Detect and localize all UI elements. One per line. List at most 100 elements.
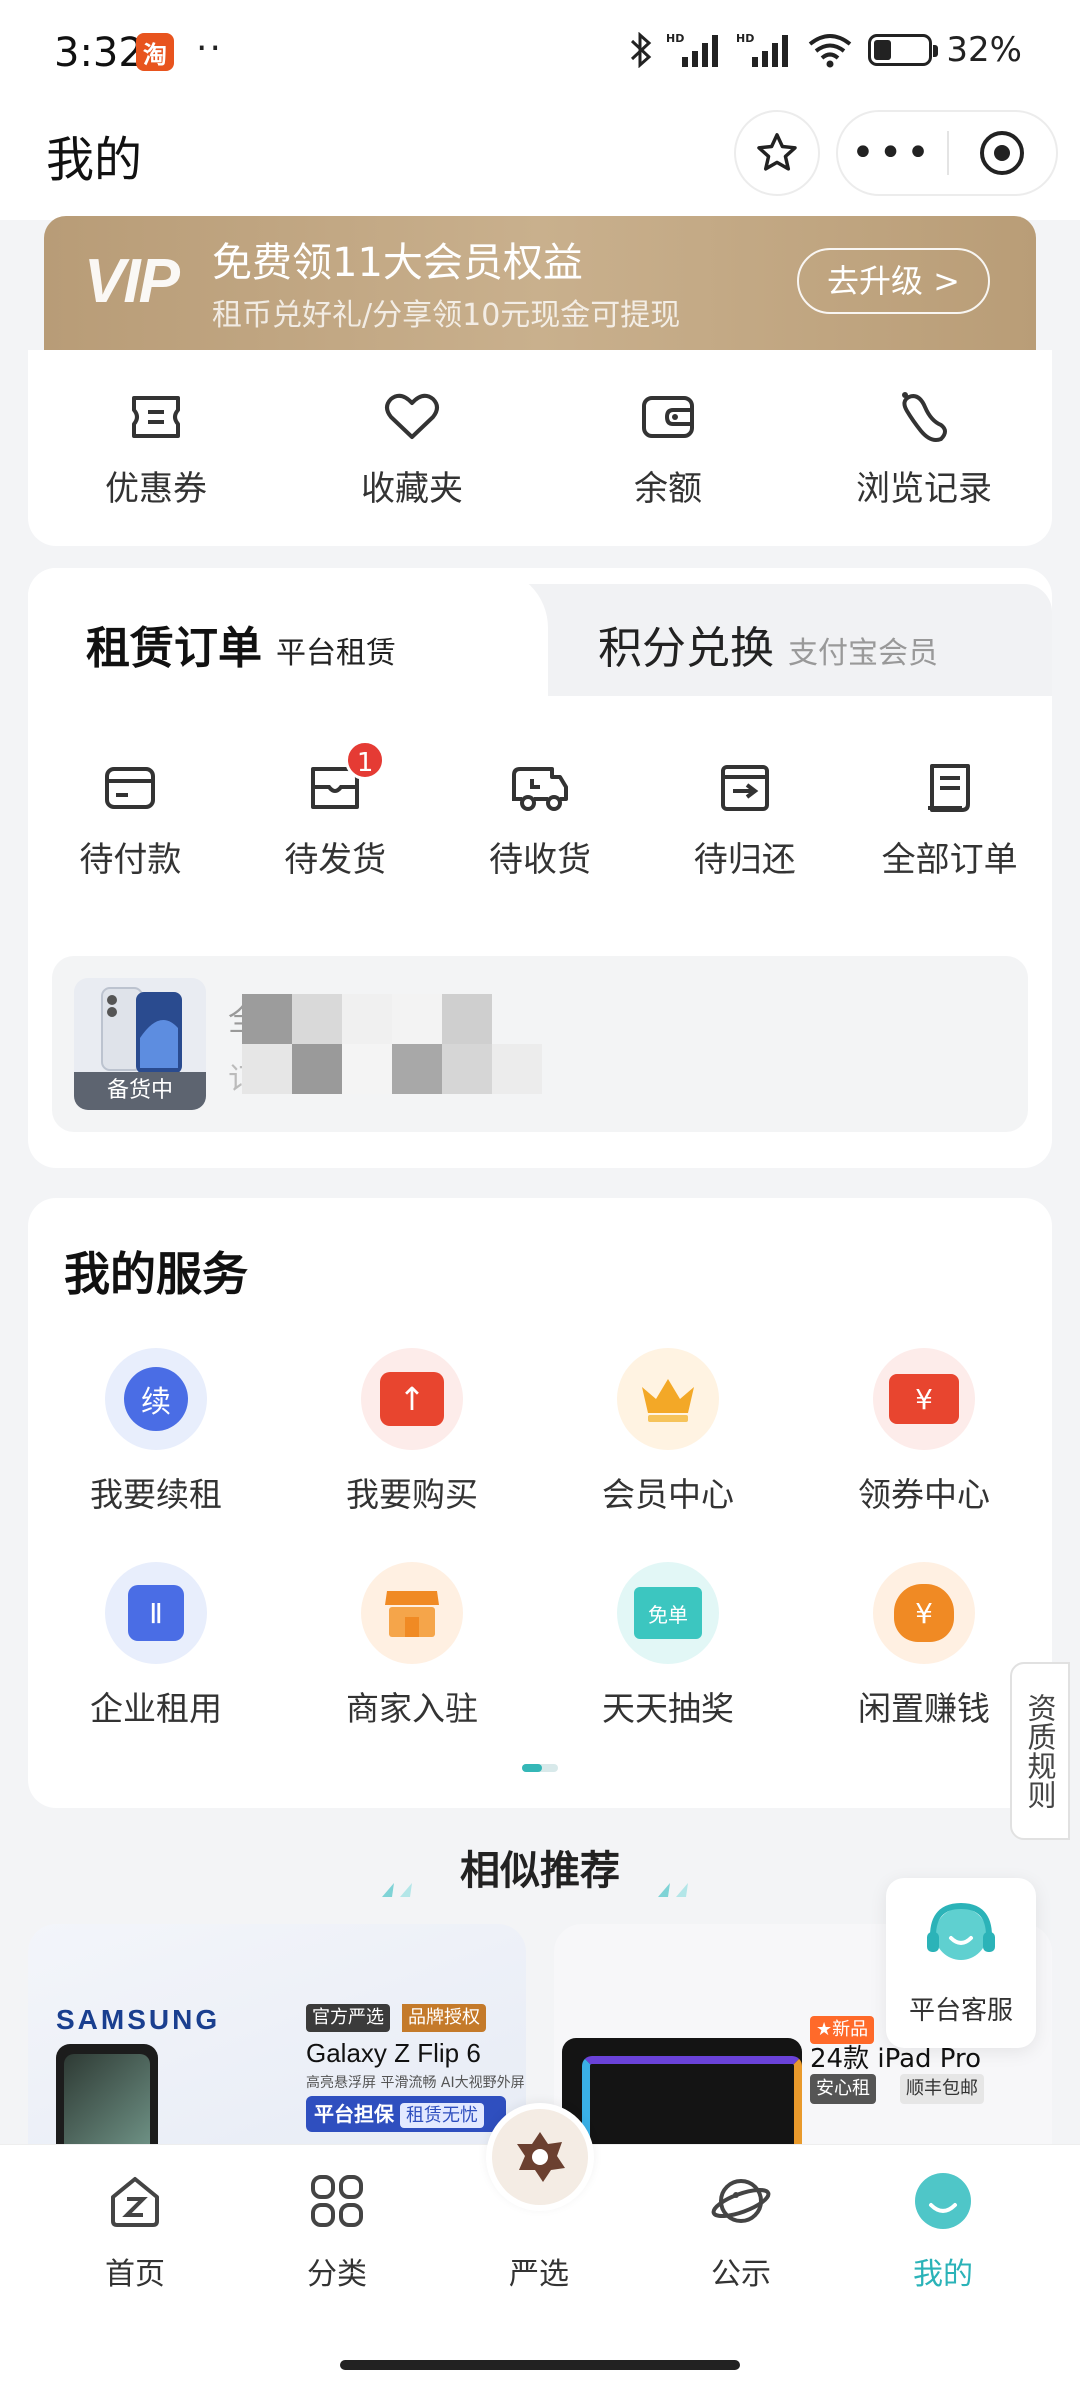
service-label: 我要续租 — [90, 1475, 222, 1514]
crown-icon — [617, 1348, 719, 1450]
favorite-button[interactable] — [734, 110, 820, 196]
service-buy[interactable]: ↑ 我要购买 — [284, 1348, 540, 1562]
tab-rental-orders-label: 租赁订单 — [86, 623, 262, 674]
truck-icon — [510, 758, 570, 818]
product-name: Galaxy Z Flip 6 — [306, 2038, 481, 2068]
bottom-nav: 首页 分类 严选 公示 我的 — [0, 2103, 1080, 2400]
grid-icon — [311, 2175, 363, 2227]
service-enterprise-rental[interactable]: Ⅱ 企业租用 — [28, 1562, 284, 1776]
ticket-icon — [128, 387, 184, 447]
more-button[interactable]: ••• — [838, 113, 947, 193]
nav-mine[interactable]: 我的 — [842, 2171, 1044, 2293]
service-member-center[interactable]: 会员中心 — [540, 1348, 796, 1562]
battery-percent: 32% — [946, 30, 1022, 70]
star-icon — [757, 133, 797, 171]
order-status-tag: 备货中 — [74, 1072, 206, 1110]
vip-upgrade-button[interactable]: 去升级 > — [797, 248, 990, 314]
nav-publicity[interactable]: 公示 — [640, 2171, 842, 2293]
lottery-icon: 免单 — [617, 1562, 719, 1664]
money-bag-icon: ¥ — [873, 1562, 975, 1664]
quick-link-history[interactable]: 浏览记录 — [796, 350, 1052, 546]
service-merchant-join[interactable]: 商家入驻 — [284, 1562, 540, 1776]
status-time: 3:32 — [54, 30, 144, 76]
renew-icon: 续 — [105, 1348, 207, 1450]
order-status-label: 待发货 — [284, 840, 387, 880]
tab-points-exchange-sub: 支付宝会员 — [788, 636, 938, 671]
product-thumbnail: 备货中 — [74, 978, 206, 1110]
service-label: 天天抽奖 — [602, 1689, 734, 1728]
service-label: 我要购买 — [346, 1475, 478, 1514]
status-icons: HD HD 32% — [630, 30, 1022, 70]
battery-level — [874, 40, 892, 60]
home-icon — [111, 2177, 159, 2227]
quick-link-favorites[interactable]: 收藏夹 — [284, 350, 540, 546]
package-icon: 1 — [307, 740, 386, 818]
notification-dots: ·· — [196, 28, 223, 69]
customer-service-label: 平台客服 — [908, 1996, 1013, 2026]
nav-selection[interactable]: 严选 — [438, 2171, 640, 2293]
footprint-icon — [895, 387, 953, 447]
service-renew[interactable]: 续 我要续租 — [28, 1348, 284, 1562]
order-status-pending-shipment[interactable]: 1 待发货 — [233, 740, 438, 908]
scroll-fade-overlay — [788, 718, 868, 938]
service-label: 领券中心 — [858, 1475, 990, 1514]
wifi-icon — [806, 31, 854, 69]
return-box-icon — [717, 758, 773, 818]
service-label: 会员中心 — [602, 1475, 734, 1514]
document-icon — [924, 758, 976, 818]
smile-icon — [915, 2173, 971, 2229]
target-icon — [980, 131, 1025, 175]
svg-text:HD: HD — [736, 32, 754, 45]
order-status-pending-receipt[interactable]: 待收货 — [438, 758, 643, 908]
page-header: 我的 ••• — [0, 110, 1080, 220]
nav-label: 严选 — [509, 2257, 569, 2292]
service-daily-lottery[interactable]: 免单 天天抽奖 — [540, 1562, 796, 1776]
customer-service-button[interactable]: 平台客服 — [886, 1878, 1036, 2048]
order-status-pending-payment[interactable]: 待付款 — [28, 758, 233, 908]
sf-shipping-tag: 顺丰包邮 — [900, 2074, 984, 2104]
vip-banner[interactable]: VIP 免费领11大会员权益 租币兑好礼/分享领10元现金可提现 去升级 > — [44, 216, 1036, 350]
safe-rent-tag: 安心租 — [810, 2074, 876, 2104]
official-tag: 官方严选 — [306, 2004, 390, 2032]
order-status-label: 待收货 — [488, 840, 591, 880]
status-bar: 3:32 淘 ·· HD HD 32% — [0, 0, 1080, 110]
battery-icon — [868, 34, 939, 66]
quick-link-label: 浏览记录 — [856, 468, 992, 509]
coupon-icon: ¥ — [873, 1348, 975, 1450]
bluetooth-icon — [630, 31, 652, 69]
heart-icon — [383, 387, 441, 447]
nav-home[interactable]: 首页 — [34, 2171, 236, 2293]
order-status-label: 全部订单 — [881, 840, 1018, 880]
order-status-row: 待付款 1 待发货 待收货 待归还 全部订单 — [28, 740, 1052, 908]
services-pager — [522, 1764, 558, 1772]
services-card: 我的服务 续 我要续租 ↑ 我要购买 会员中心 ¥ 领券中心 Ⅱ 企业租用 商家… — [28, 1198, 1052, 1808]
order-status-label: 待付款 — [79, 840, 182, 880]
home-indicator[interactable] — [340, 2360, 740, 2370]
close-miniapp-button[interactable] — [949, 128, 1056, 178]
order-preview[interactable]: 备货中 全 订 — [52, 956, 1028, 1132]
signal-icon-1: HD — [666, 31, 722, 69]
quick-link-balance[interactable]: 余额 — [540, 350, 796, 546]
wallet-icon — [639, 387, 697, 447]
quick-link-coupons[interactable]: 优惠券 — [28, 350, 284, 546]
service-coupon-center[interactable]: ¥ 领券中心 — [796, 1348, 1052, 1562]
order-status-all-orders[interactable]: 全部订单 — [847, 758, 1052, 908]
decor-left-icon — [378, 1863, 426, 1897]
pending-shipment-count-badge: 1 — [345, 740, 386, 780]
vip-subtitle: 租币兑好礼/分享领10元现金可提现 — [212, 298, 681, 333]
vip-logo: VIP — [84, 247, 180, 316]
nav-label: 分类 — [307, 2257, 367, 2292]
service-label: 商家入驻 — [346, 1689, 478, 1728]
taobao-app-icon: 淘 — [136, 33, 174, 71]
nav-category[interactable]: 分类 — [236, 2171, 438, 2293]
service-label: 闲置赚钱 — [858, 1689, 990, 1728]
order-status-label: 待归还 — [693, 840, 796, 880]
nav-label: 首页 — [105, 2257, 165, 2292]
brand-auth-tag: 品牌授权 — [402, 2004, 486, 2032]
nav-label: 我的 — [913, 2257, 973, 2292]
tab-rental-orders-sub: 平台租赁 — [276, 636, 396, 671]
quick-link-label: 优惠券 — [105, 468, 207, 509]
qualification-rules-tab[interactable]: 资质规则 — [1010, 1662, 1070, 1840]
quick-links-card: 优惠券 收藏夹 余额 浏览记录 — [28, 350, 1052, 546]
product-desc: 高亮悬浮屏 平滑流畅 AI大视野外屏 — [306, 2075, 525, 2091]
